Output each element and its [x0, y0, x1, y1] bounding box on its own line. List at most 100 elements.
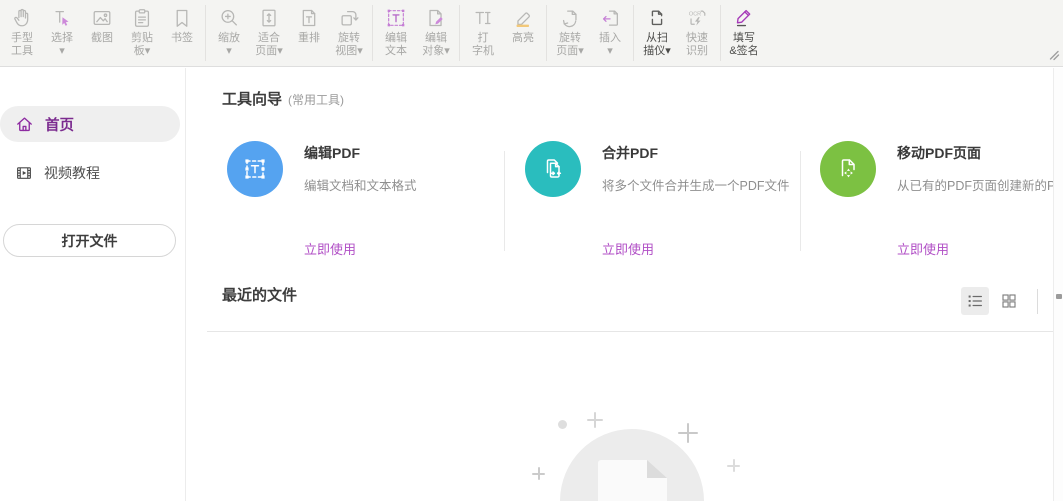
fit-page-button[interactable]: 适合 页面▾	[249, 0, 289, 66]
toolbar: 手型 工具 选择 ▾ 截图 剪贴 板▾ 书签 缩放 ▾ 适合 页面▾ 重排 旋转…	[0, 0, 1063, 67]
tool-card-merge-pdf[interactable]: 合并PDF 将多个文件合并生成一个PDF文件 立即使用	[520, 139, 805, 257]
fit-page-label: 适合 页面▾	[255, 32, 283, 57]
sparkle-icon	[727, 459, 740, 472]
toolbar-separator	[546, 5, 547, 61]
list-view-icon	[966, 292, 984, 310]
video-tutorials-icon	[15, 164, 33, 182]
scrollbar-track[interactable]	[1053, 68, 1063, 501]
move-pages-card-icon	[820, 141, 876, 197]
decoration-dot	[558, 420, 567, 429]
quick-ocr-button[interactable]: OCR 快速 识别	[677, 0, 717, 66]
open-file-button[interactable]: 打开文件	[3, 224, 176, 257]
tools-section-subtitle: (常用工具)	[288, 93, 345, 107]
empty-state-document	[598, 460, 667, 501]
toolbar-separator	[459, 5, 460, 61]
edit-object-icon	[425, 6, 447, 30]
scrollbar-thumb[interactable]	[1056, 294, 1062, 299]
edit-text-label: 编辑 文本	[385, 32, 407, 57]
bookmark-label: 书签	[171, 32, 193, 44]
reflow-button[interactable]: 重排	[289, 0, 329, 66]
typewriter-icon	[472, 6, 494, 30]
tool-card-description: 将多个文件合并生成一个PDF文件	[602, 179, 790, 193]
tool-card-description: 编辑文档和文本格式	[304, 179, 417, 193]
clipboard-label: 剪贴 板▾	[131, 32, 153, 57]
use-now-link[interactable]: 立即使用	[304, 239, 356, 258]
toolbar-separator	[633, 5, 634, 61]
toolbar-separator	[372, 5, 373, 61]
rotate-view-button[interactable]: 旋转 视图▾	[329, 0, 369, 66]
open-file-button-label: 打开文件	[61, 232, 118, 249]
main-content: 工具向导 (常用工具) 编辑PDF 编辑文档和文本格式 立即使用 合并PDF 将…	[187, 68, 1063, 501]
rotate-pages-button[interactable]: 旋转 页面▾	[550, 0, 590, 66]
zoom-button[interactable]: 缩放 ▾	[209, 0, 249, 66]
edit-object-button[interactable]: 编辑 对象▾	[416, 0, 456, 66]
zoom-icon	[218, 6, 240, 30]
insert-icon	[599, 6, 621, 30]
zoom-label: 缩放 ▾	[218, 32, 240, 57]
tool-card-title: 合并PDF	[602, 145, 658, 161]
tool-card-edit-pdf[interactable]: 编辑PDF 编辑文档和文本格式 立即使用	[222, 139, 507, 257]
clipboard-button[interactable]: 剪贴 板▾	[122, 0, 162, 66]
sparkle-icon	[532, 467, 545, 480]
recent-files-divider	[207, 331, 1053, 332]
grid-view-icon	[1000, 292, 1018, 310]
reflow-icon	[298, 6, 320, 30]
tools-section-title: 工具向导	[222, 91, 283, 108]
select-tool-icon	[51, 6, 73, 30]
card-separator	[800, 151, 801, 251]
typewriter-button[interactable]: 打 字机	[463, 0, 503, 66]
highlight-icon	[512, 6, 534, 30]
edit-text-card-icon	[227, 141, 283, 197]
fit-page-icon	[258, 6, 280, 30]
from-scanner-icon	[646, 6, 668, 30]
select-tool-label: 选择 ▾	[51, 32, 73, 57]
view-toggle-separator	[1037, 289, 1038, 314]
tool-card-title: 编辑PDF	[304, 145, 360, 161]
clipboard-icon	[131, 6, 153, 30]
sparkle-icon	[587, 412, 603, 428]
rotate-pages-icon	[559, 6, 581, 30]
from-scanner-label: 从扫 描仪▾	[643, 32, 671, 57]
collapse-toolbar-icon[interactable]	[1048, 49, 1060, 61]
from-scanner-button[interactable]: 从扫 描仪▾	[637, 0, 677, 66]
tool-card-description: 从已有的PDF页面创建新的PDF	[897, 179, 1063, 193]
select-tool-button[interactable]: 选择 ▾	[42, 0, 82, 66]
snapshot-icon	[91, 6, 113, 30]
list-view-button[interactable]	[961, 287, 989, 315]
snapshot-button[interactable]: 截图	[82, 0, 122, 66]
snapshot-label: 截图	[91, 32, 113, 44]
sidebar: 首页 视频教程 打开文件	[0, 68, 186, 501]
edit-object-label: 编辑 对象▾	[422, 32, 450, 57]
rotate-view-icon	[338, 6, 360, 30]
card-separator	[504, 151, 505, 251]
home-icon	[15, 115, 34, 134]
sidebar-item-video-tutorials-label: 视频教程	[44, 165, 100, 181]
tool-card-move-pdf-pages[interactable]: 移动PDF页面 从已有的PDF页面创建新的PDF 立即使用	[815, 139, 1063, 257]
bookmark-button[interactable]: 书签	[162, 0, 202, 66]
fill-sign-button[interactable]: 填写 &签名	[724, 0, 764, 66]
sidebar-item-home[interactable]: 首页	[0, 106, 180, 142]
use-now-link[interactable]: 立即使用	[602, 239, 654, 258]
insert-button[interactable]: 插入 ▾	[590, 0, 630, 66]
hand-tool-icon	[11, 6, 33, 30]
use-now-link[interactable]: 立即使用	[897, 239, 949, 258]
sidebar-item-video-tutorials[interactable]: 视频教程	[0, 155, 180, 191]
merge-pdf-card-icon	[525, 141, 581, 197]
bookmark-icon	[171, 6, 193, 30]
rotate-pages-label: 旋转 页面▾	[556, 32, 584, 57]
tools-section-header: 工具向导 (常用工具)	[222, 88, 344, 109]
rotate-view-label: 旋转 视图▾	[335, 32, 363, 57]
grid-view-button[interactable]	[995, 287, 1023, 315]
recent-files-title: 最近的文件	[222, 287, 298, 304]
hand-tool-label: 手型 工具	[11, 32, 33, 57]
svg-text:OCR: OCR	[689, 11, 701, 17]
edit-text-icon	[385, 6, 407, 30]
reflow-label: 重排	[298, 32, 320, 44]
edit-text-button[interactable]: 编辑 文本	[376, 0, 416, 66]
hand-tool-button[interactable]: 手型 工具	[2, 0, 42, 66]
highlight-button[interactable]: 高亮	[503, 0, 543, 66]
highlight-label: 高亮	[512, 32, 534, 44]
fill-sign-label: 填写 &签名	[729, 32, 759, 57]
sparkle-icon	[678, 423, 698, 443]
tool-card-title: 移动PDF页面	[897, 145, 981, 161]
